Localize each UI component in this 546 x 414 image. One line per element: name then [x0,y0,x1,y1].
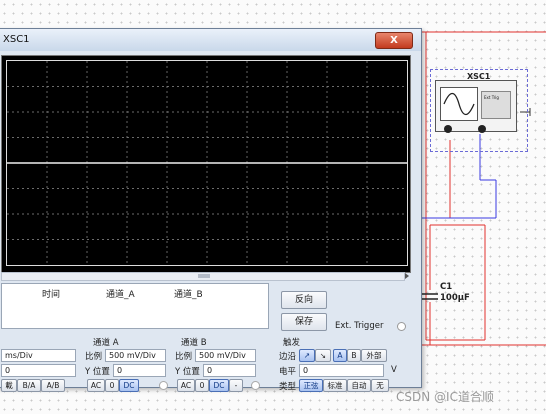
scrollbar-thumb[interactable] [198,274,210,278]
trigger-type-normal[interactable]: 标准 [323,379,347,392]
channel-a-position-label: Y 位置 [85,367,110,377]
channel-a-coupling-ac[interactable]: AC [87,379,105,392]
timebase-mode-ab[interactable]: A/B [41,379,65,392]
readout-header-ch-a: 通道_A [106,290,135,300]
reverse-button[interactable]: 反向 [281,291,327,309]
channel-a-coupling-dc[interactable]: DC [119,379,139,392]
trigger-source-b[interactable]: B [347,349,361,362]
xsc1-component[interactable]: Ext Trig [435,80,517,133]
trigger-type-label: 类型 [279,382,297,392]
capacitor-name-label: C1 [440,282,453,292]
channel-b-header: 通道 B [181,338,207,348]
trigger-edge-label: 边沿 [279,352,297,362]
trigger-edge-rising[interactable]: ↗ [299,349,315,362]
channel-b-position-label: Y 位置 [175,367,200,377]
channel-b-coupling-ac[interactable]: AC [177,379,195,392]
readout-table: 时间 通道_A 通道_B [1,283,269,329]
save-button[interactable]: 保存 [281,313,327,331]
channel-a-coupling-zero[interactable]: 0 [105,379,119,392]
trigger-type-none[interactable]: 无 [371,379,389,392]
terminal-a[interactable] [444,125,452,133]
channel-a-position-field[interactable]: 0 [113,364,166,377]
readout-header-time: 时间 [42,290,61,300]
sine-wave-icon [440,87,478,121]
title-bar[interactable]: XSC1 X [0,29,421,51]
trigger-header: 触发 [283,338,301,348]
trigger-type-auto[interactable]: 自动 [347,379,371,392]
timebase-scale-field[interactable]: ms/Div [1,349,76,362]
channel-b-coupling-dc[interactable]: DC [209,379,229,392]
channel-a-header: 通道 A [93,338,119,348]
channel-a-scale-field[interactable]: 500 mV/Div [105,349,166,362]
screen-grid [6,60,408,266]
ext-trig-label: Ext Trig [484,95,499,100]
xsc1-trigger-panel: Ext Trig [481,91,511,119]
channel-a-extra-radio[interactable] [159,381,168,390]
capacitor-symbol[interactable] [420,289,440,305]
channel-b-coupling-zero[interactable]: 0 [195,379,209,392]
ext-trigger-radio[interactable] [397,322,406,331]
trigger-edge-falling[interactable]: ↘ [315,349,331,362]
channel-b-scale-field[interactable]: 500 mV/Div [195,349,256,362]
channel-b-extra-radio[interactable] [251,381,260,390]
trigger-level-label: 电平 [279,367,297,377]
trigger-level-field[interactable]: 0 [299,364,384,377]
terminal-b[interactable] [478,125,486,133]
trigger-source-a[interactable]: A [333,349,347,362]
oscilloscope-window: XSC1 X 时间 通道_A 通道_B 反向 保存 Ext. Trigger m… [0,28,422,392]
timebase-position-field[interactable]: 0 [1,364,76,377]
channel-b-scale-label: 比例 [175,352,193,362]
channel-a-scale-label: 比例 [85,352,103,362]
readout-header-ch-b: 通道_B [174,290,203,300]
scroll-right-arrow-icon[interactable] [405,273,409,279]
watermark: CSDN @IC道合顺 [396,390,494,404]
trigger-level-unit: V [391,365,397,375]
trigger-type-sine[interactable]: 正弦 [299,379,323,392]
close-button[interactable]: X [375,32,413,49]
capacitor-value-label: 100µF [440,293,470,303]
window-title: XSC1 [3,34,30,45]
ext-trigger-label: Ext. Trigger [335,321,384,331]
timebase-mode-ba[interactable]: B/A [17,379,41,392]
horizontal-scrollbar[interactable] [1,272,405,281]
trigger-source-external[interactable]: 外部 [361,349,387,362]
channel-b-position-field[interactable]: 0 [203,364,256,377]
oscilloscope-screen[interactable] [1,55,411,273]
timebase-mode-ya[interactable]: 載 [1,379,17,392]
channel-b-coupling-minus[interactable]: - [229,379,243,392]
